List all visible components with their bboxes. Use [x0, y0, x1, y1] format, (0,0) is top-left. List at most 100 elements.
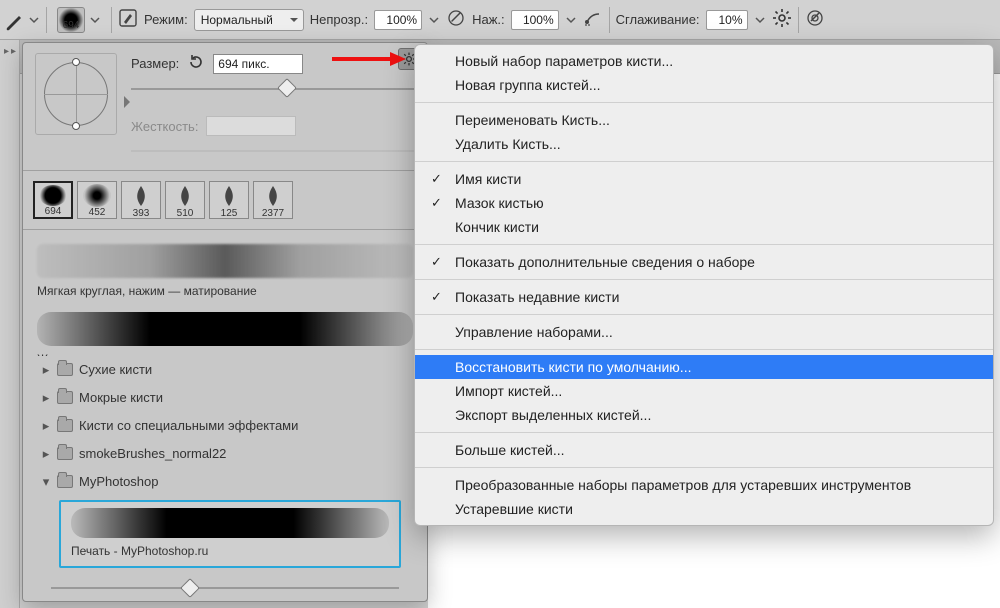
pressure-size-icon[interactable] [805, 8, 825, 31]
folder-label: Мокрые кисти [79, 390, 163, 405]
smoothing-input[interactable]: 10% [706, 10, 748, 30]
airbrush-icon[interactable] [583, 8, 603, 31]
recent-brush-swatch[interactable]: 510 [165, 181, 205, 219]
brush-item-selected[interactable]: Печать - MyPhotoshop.ru [59, 500, 401, 568]
twisty-closed-icon: ▸ [41, 418, 51, 434]
folder-icon [57, 447, 73, 460]
menu-item[interactable]: Импорт кистей... [415, 379, 993, 403]
expand-icon: ▸▸ [4, 46, 18, 57]
folder-row[interactable]: ▸smokeBrushes_normal22 [31, 440, 419, 468]
brush-folder-tree: ▸Сухие кисти ▸ Мокрые кисти ▸ Кисти со специ… [23, 356, 427, 468]
mode-label: Режим: [144, 12, 188, 27]
divider [23, 170, 427, 171]
menu-item[interactable]: Мазок кистью [415, 191, 993, 215]
brush-stroke-preview [71, 508, 389, 538]
tool-dropdown-icon[interactable] [28, 14, 40, 26]
menu-item[interactable]: Преобразованные наборы параметров для ус… [415, 473, 993, 497]
chevron-down-icon[interactable] [428, 14, 440, 26]
folder-icon [57, 391, 73, 404]
recent-brush-swatch[interactable]: 452 [77, 181, 117, 219]
menu-separator [415, 102, 993, 103]
hardness-label: Жесткость: [131, 119, 198, 134]
menu-item[interactable]: Устаревшие кисти [415, 497, 993, 521]
mode-value: Нормальный [201, 13, 273, 27]
chevron-down-icon[interactable] [89, 14, 101, 26]
smoothing-gear-icon[interactable] [772, 8, 792, 31]
menu-item[interactable]: Управление наборами... [415, 320, 993, 344]
brush-tip-icon [215, 184, 243, 208]
recent-brush-swatch[interactable]: 694 [33, 181, 73, 219]
folder-row[interactable]: ▸ Кисти со специальными эффектами [31, 412, 419, 440]
folder-icon [57, 363, 73, 376]
menu-item[interactable]: Переименовать Кисть... [415, 108, 993, 132]
brush-context-menu: Новый набор параметров кисти...Новая гру… [414, 44, 994, 526]
brush-preview-list: Мягкая круглая, нажим — матирование Жестк… [23, 234, 427, 356]
size-input[interactable]: 694 пикс. [213, 54, 303, 74]
menu-separator [415, 161, 993, 162]
brush-preview-item[interactable]: Жесткая круглая, нажим — матирова... [37, 312, 413, 356]
menu-item[interactable]: Новая группа кистей... [415, 73, 993, 97]
recent-brush-swatch[interactable]: 393 [121, 181, 161, 219]
menu-item[interactable]: Восстановить кисти по умолчанию... [415, 355, 993, 379]
menu-separator [415, 279, 993, 280]
brush-tip-icon [171, 184, 199, 208]
panel-collapse-strip[interactable]: ▸▸ [0, 40, 20, 608]
folder-icon [57, 419, 73, 432]
recent-brush-swatch[interactable]: 125 [209, 181, 249, 219]
menu-item[interactable]: Кончик кисти [415, 215, 993, 239]
menu-separator [415, 314, 993, 315]
hardness-input [206, 116, 296, 136]
divider [111, 7, 112, 33]
folder-open-row[interactable]: ▾ MyPhotoshop [31, 468, 419, 496]
size-slider[interactable] [131, 80, 415, 98]
recent-brushes-row: 694 452 393 510 125 2377 [23, 175, 427, 225]
home-icon[interactable] [4, 11, 22, 29]
reset-size-icon[interactable] [187, 53, 205, 74]
brush-angle-widget[interactable] [35, 53, 117, 135]
folder-row[interactable]: ▸Сухие кисти [31, 356, 419, 384]
brush-tip-icon [39, 185, 67, 206]
pressure-opacity-icon[interactable] [446, 8, 466, 31]
divider [609, 7, 610, 33]
swatch-size-text: 125 [221, 208, 238, 219]
menu-separator [415, 244, 993, 245]
folder-row[interactable]: ▸ Мокрые кисти [31, 384, 419, 412]
brush-preview-item[interactable]: Мягкая круглая, нажим — матирование [37, 244, 413, 298]
swatch-size-text: 694 [45, 206, 62, 217]
twisty-closed-icon: ▸ [41, 390, 51, 406]
divider [46, 7, 47, 33]
menu-item[interactable]: Новый набор параметров кисти... [415, 49, 993, 73]
brush-tip-icon [127, 184, 155, 208]
brush-preset-chip[interactable]: 694 [53, 5, 105, 35]
menu-item[interactable]: Удалить Кисть... [415, 132, 993, 156]
flow-input[interactable]: 100% [511, 10, 559, 30]
menu-item[interactable]: Имя кисти [415, 167, 993, 191]
hardness-slider [131, 142, 415, 160]
menu-item[interactable]: Больше кистей... [415, 438, 993, 462]
menu-separator [415, 349, 993, 350]
folder-label: MyPhotoshop [79, 474, 159, 489]
mode-select[interactable]: Нормальный [194, 9, 304, 31]
preset-size-text: 694 [58, 20, 84, 31]
menu-item[interactable]: Экспорт выделенных кистей... [415, 403, 993, 427]
thumbnail-size-slider[interactable] [51, 580, 399, 593]
flow-value: 100% [523, 13, 554, 27]
swatch-size-text: 393 [133, 208, 150, 219]
menu-item[interactable]: Показать недавние кисти [415, 285, 993, 309]
folder-label: Кисти со специальными эффектами [79, 418, 298, 433]
swatch-size-text: 510 [177, 208, 194, 219]
swatch-size-text: 452 [89, 207, 106, 218]
recent-brush-swatch[interactable]: 2377 [253, 181, 293, 219]
menu-separator [415, 432, 993, 433]
chevron-down-icon[interactable] [565, 14, 577, 26]
smoothing-value: 10% [719, 13, 743, 27]
brush-tip-icon [259, 184, 287, 208]
brush-stroke-preview [37, 244, 413, 278]
opacity-input[interactable]: 100% [374, 10, 422, 30]
brush-settings-icon[interactable] [118, 8, 138, 31]
folder-label: Сухие кисти [79, 362, 152, 377]
menu-item[interactable]: Показать дополнительные сведения о набор… [415, 250, 993, 274]
chevron-down-icon[interactable] [754, 14, 766, 26]
options-bar: 694 Режим: Нормальный Непрозр.: 100% Наж… [0, 0, 1000, 40]
smoothing-label: Сглаживание: [616, 12, 700, 27]
